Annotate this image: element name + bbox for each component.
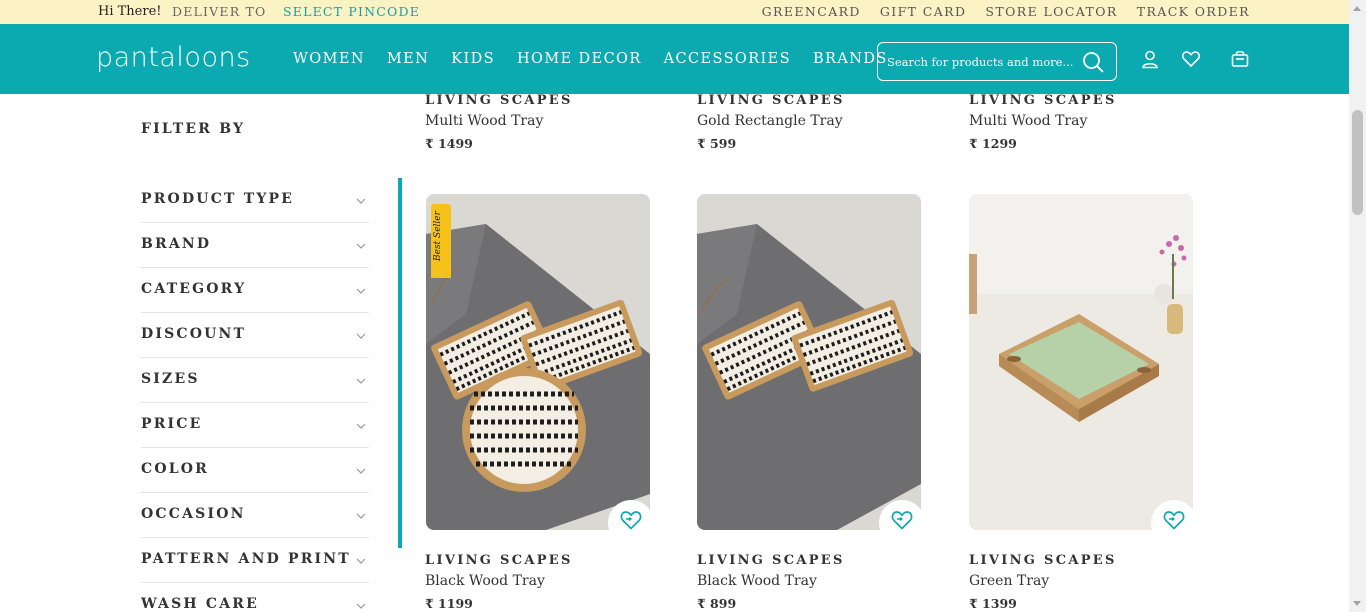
filter-wash-care[interactable]: WASH CARE (141, 583, 369, 612)
filter-sizes[interactable]: SIZES (141, 358, 369, 403)
product-brand: LIVING SCAPES (425, 93, 573, 108)
top-links: GREENCARD GIFT CARD STORE LOCATOR TRACK … (762, 4, 1250, 19)
product-price: ₹ 1299 (969, 136, 1017, 151)
menu-kids[interactable]: KIDS (451, 51, 495, 67)
filter-label: BRAND (141, 236, 212, 252)
filter-color[interactable]: COLOR (141, 448, 369, 493)
product-info[interactable]: LIVING SCAPES Black Wood Tray ₹ 899 (697, 553, 845, 611)
filter-label: PRODUCT TYPE (141, 191, 295, 207)
chevron-down-icon (356, 288, 366, 294)
select-pincode-link[interactable]: SELECT PINCODE (283, 4, 420, 19)
product-info[interactable]: LIVING SCAPES Multi Wood Tray ₹ 1499 (425, 93, 573, 151)
greencard-link[interactable]: GREENCARD (762, 4, 861, 19)
scrollbar-thumb[interactable] (1352, 110, 1363, 215)
filter-label: COLOR (141, 461, 210, 477)
heart-icon (620, 511, 642, 530)
product-brand: LIVING SCAPES (969, 93, 1117, 108)
product-price: ₹ 1399 (969, 596, 1017, 611)
filter-label: CATEGORY (141, 281, 247, 297)
product-info[interactable]: LIVING SCAPES Multi Wood Tray ₹ 1299 (969, 93, 1117, 151)
menu-accessories[interactable]: ACCESSORIES (664, 51, 791, 67)
scroll-down-arrow-icon[interactable] (1353, 601, 1361, 606)
chevron-down-icon (356, 558, 366, 564)
product-image[interactable] (426, 194, 650, 530)
search-input[interactable] (887, 52, 1077, 72)
menu-home-decor[interactable]: HOME DECOR (517, 51, 642, 67)
filter-label: WASH CARE (141, 596, 260, 612)
filter-brand[interactable]: BRAND (141, 223, 369, 268)
chevron-down-icon (356, 603, 366, 609)
top-bar: Hi There! DELIVER TO SELECT PINCODE GREE… (0, 0, 1349, 24)
main-menu: WOMEN MEN KIDS HOME DECOR ACCESSORIES BR… (293, 51, 888, 67)
product-card[interactable] (969, 194, 1193, 530)
product-name[interactable]: Green Tray (969, 573, 1117, 589)
track-order-link[interactable]: TRACK ORDER (1137, 4, 1250, 19)
cart-bag-icon[interactable] (1230, 49, 1250, 69)
product-info[interactable]: LIVING SCAPES Green Tray ₹ 1399 (969, 553, 1117, 611)
filter-by-title: FILTER BY (141, 121, 246, 137)
product-name[interactable]: Multi Wood Tray (425, 113, 573, 129)
filter-label: PATTERN AND PRINT (141, 551, 351, 567)
filter-occasion[interactable]: OCCASION (141, 493, 369, 538)
product-price: ₹ 1199 (425, 596, 473, 611)
menu-men[interactable]: MEN (387, 51, 429, 67)
gift-card-link[interactable]: GIFT CARD (880, 4, 967, 19)
chevron-down-icon (356, 378, 366, 384)
product-brand: LIVING SCAPES (697, 93, 845, 108)
product-card[interactable]: Best Seller (426, 194, 650, 530)
deliver-to-label: DELIVER TO (172, 4, 267, 19)
product-name[interactable]: Black Wood Tray (425, 573, 573, 589)
filter-label: DISCOUNT (141, 326, 247, 342)
store-locator-link[interactable]: STORE LOCATOR (985, 4, 1117, 19)
product-name[interactable]: Gold Rectangle Tray (697, 113, 845, 129)
filter-product-type[interactable]: PRODUCT TYPE (141, 178, 369, 223)
filter-category[interactable]: CATEGORY (141, 268, 369, 313)
greeting-text: Hi There! (98, 4, 162, 19)
scroll-up-arrow-icon[interactable] (1353, 6, 1361, 11)
chevron-down-icon (356, 513, 366, 519)
product-price: ₹ 1499 (425, 136, 473, 151)
wishlist-icon[interactable] (1181, 49, 1201, 69)
best-seller-badge: Best Seller (431, 204, 451, 278)
product-image[interactable] (697, 194, 921, 530)
chevron-down-icon (356, 333, 366, 339)
filter-price[interactable]: PRICE (141, 403, 369, 448)
main-nav: pantaloons WOMEN MEN KIDS HOME DECOR ACC… (0, 24, 1349, 94)
filter-label: PRICE (141, 416, 203, 432)
product-brand: LIVING SCAPES (969, 553, 1117, 568)
heart-icon (1163, 511, 1185, 530)
badge-label: Best Seller (433, 211, 443, 261)
chevron-down-icon (356, 198, 366, 204)
product-brand: LIVING SCAPES (425, 553, 573, 568)
page-scrollbar[interactable] (1349, 0, 1366, 612)
user-icon[interactable] (1140, 49, 1160, 69)
filter-scroll-indicator (398, 178, 402, 548)
product-info[interactable]: LIVING SCAPES Black Wood Tray ₹ 1199 (425, 553, 573, 611)
search-box (877, 42, 1117, 81)
heart-icon (891, 511, 913, 530)
menu-women[interactable]: WOMEN (293, 51, 365, 67)
product-image[interactable] (969, 194, 1193, 530)
filter-pattern-and-print[interactable]: PATTERN AND PRINT (141, 538, 369, 583)
product-info[interactable]: LIVING SCAPES Gold Rectangle Tray ₹ 599 (697, 93, 845, 151)
product-brand: LIVING SCAPES (697, 553, 845, 568)
product-card[interactable] (697, 194, 921, 530)
product-name[interactable]: Multi Wood Tray (969, 113, 1117, 129)
product-price: ₹ 899 (697, 596, 737, 611)
search-icon[interactable] (1082, 51, 1104, 73)
filter-label: OCCASION (141, 506, 246, 522)
filter-discount[interactable]: DISCOUNT (141, 313, 369, 358)
chevron-down-icon (356, 243, 366, 249)
chevron-down-icon (356, 468, 366, 474)
product-price: ₹ 599 (697, 136, 737, 151)
filter-list: PRODUCT TYPE BRAND CATEGORY DISCOUNT SIZ… (141, 178, 369, 612)
filter-label: SIZES (141, 371, 200, 387)
product-name[interactable]: Black Wood Tray (697, 573, 845, 589)
pantaloons-logo[interactable]: pantaloons (96, 42, 251, 73)
chevron-down-icon (356, 423, 366, 429)
